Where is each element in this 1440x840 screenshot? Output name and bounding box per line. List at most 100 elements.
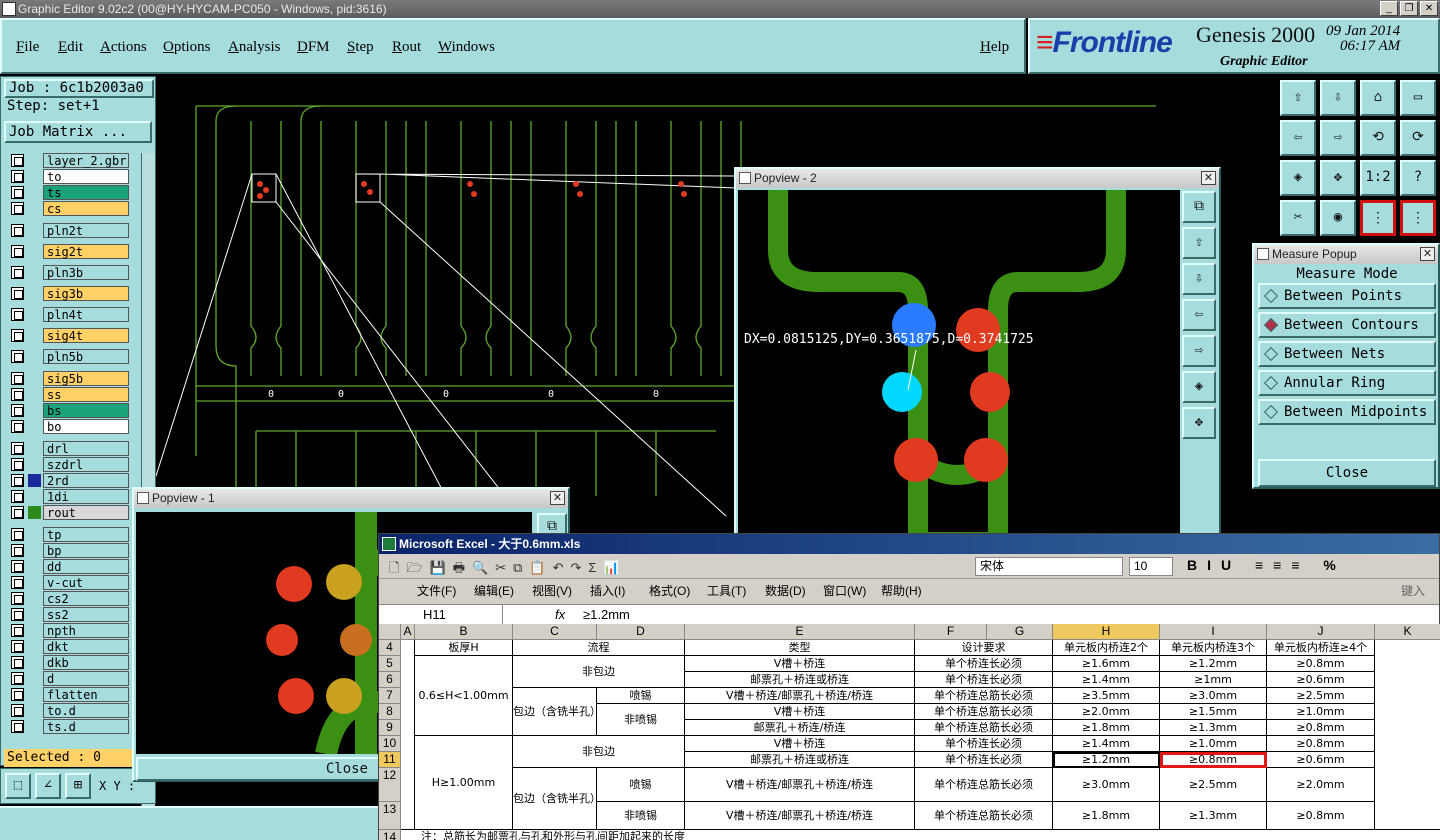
row-header[interactable]: 9: [379, 720, 401, 736]
layer-checkbox[interactable]: [11, 672, 24, 685]
menu-help[interactable]: Help: [980, 39, 1009, 56]
cell-h2[interactable]: ≥1.4mm: [1053, 672, 1160, 688]
layer-row[interactable]: ts: [7, 185, 129, 200]
layer-name[interactable]: flatten: [43, 687, 129, 702]
column-header[interactable]: I: [1160, 624, 1267, 640]
column-header[interactable]: B: [415, 624, 513, 640]
cell-type[interactable]: 邮票孔＋桥连或桥连: [685, 752, 915, 768]
cell-h2[interactable]: ≥1.4mm: [1053, 736, 1160, 752]
layer-checkbox[interactable]: [11, 308, 24, 321]
cell-type[interactable]: V槽＋桥连/邮票孔＋桥连/桥连: [685, 768, 915, 802]
layer-row[interactable]: cs: [7, 201, 129, 216]
header-type[interactable]: 类型: [685, 640, 915, 656]
column-header[interactable]: E: [685, 624, 915, 640]
layer-name[interactable]: pln2t: [43, 223, 129, 238]
layer-name[interactable]: to.d: [43, 703, 129, 718]
pv-left-icon[interactable]: ⇦: [1182, 299, 1216, 331]
menu-file[interactable]: File: [16, 39, 39, 56]
measure-mode-between-midpoints[interactable]: Between Midpoints: [1258, 399, 1436, 425]
layer-name[interactable]: szdrl: [43, 457, 129, 472]
tool-icon-9[interactable]: ◈: [1280, 160, 1316, 196]
flow-wrap-1[interactable]: 包边（含铣半孔）: [513, 688, 601, 736]
layer-checkbox[interactable]: [11, 490, 24, 503]
column-header[interactable]: H: [1053, 624, 1160, 640]
flow-wrap-2[interactable]: 包边（含铣半孔）: [513, 768, 601, 830]
xmenu-edit[interactable]: 编辑(E): [474, 580, 514, 602]
cell-h3[interactable]: ≥1.3mm: [1160, 802, 1267, 830]
layer-row[interactable]: d: [7, 671, 129, 686]
layer-checkbox[interactable]: [11, 640, 24, 653]
layer-checkbox[interactable]: [11, 350, 24, 363]
flow-nonwrap-2[interactable]: 非包边: [513, 736, 685, 768]
layer-row[interactable]: dkb: [7, 655, 129, 670]
measure-close-icon[interactable]: ✕: [1420, 247, 1435, 261]
cell-h2[interactable]: ≥3.5mm: [1053, 688, 1160, 704]
menu-dfm[interactable]: DFM: [297, 39, 330, 56]
layer-name[interactable]: d: [43, 671, 129, 686]
tool-icon-16[interactable]: ⋮: [1400, 200, 1436, 236]
xmenu-file[interactable]: 文件(F): [417, 580, 456, 602]
layer-checkbox[interactable]: [11, 329, 24, 342]
layer-name[interactable]: pln3b: [43, 265, 129, 280]
layer-row[interactable]: rout: [7, 505, 129, 520]
tool-icon-12[interactable]: ?: [1400, 160, 1436, 196]
xmenu-data[interactable]: 数据(D): [765, 580, 806, 602]
cell-type[interactable]: V槽＋桥连: [685, 704, 915, 720]
layer-row[interactable]: sig2t: [7, 244, 129, 259]
row-header[interactable]: 10: [379, 736, 401, 752]
layer-name[interactable]: dkt: [43, 639, 129, 654]
xmenu-view[interactable]: 视图(V): [532, 580, 572, 602]
layer-name[interactable]: dd: [43, 559, 129, 574]
row-header[interactable]: 14: [379, 830, 401, 840]
layer-row[interactable]: v-cut: [7, 575, 129, 590]
menu-analysis[interactable]: Analysis: [228, 39, 281, 56]
cell-h3[interactable]: ≥1.2mm: [1160, 656, 1267, 672]
cell-type[interactable]: V槽＋桥连/邮票孔＋桥连/桥连: [685, 688, 915, 704]
column-header[interactable]: D: [597, 624, 685, 640]
layer-row[interactable]: ss: [7, 387, 129, 402]
measure-close-button[interactable]: Close: [1258, 459, 1436, 487]
header-h3[interactable]: 单元板内桥连3个: [1160, 640, 1267, 656]
layer-row[interactable]: pln2t: [7, 223, 129, 238]
layer-checkbox[interactable]: [11, 560, 24, 573]
cell-requirement[interactable]: 单个桥连总筋长必须: [915, 720, 1053, 736]
layer-name[interactable]: rout: [43, 505, 129, 520]
xmenu-insert[interactable]: 插入(I): [590, 580, 625, 602]
layer-name[interactable]: dkb: [43, 655, 129, 670]
maximize-button[interactable]: ❐: [1400, 1, 1418, 16]
layer-row[interactable]: pln3b: [7, 265, 129, 280]
row-header[interactable]: 12: [379, 768, 401, 802]
layer-name[interactable]: bo: [43, 419, 129, 434]
layer-row[interactable]: szdrl: [7, 457, 129, 472]
name-box[interactable]: H11: [383, 605, 503, 624]
cell-h3[interactable]: ≥1.0mm: [1160, 736, 1267, 752]
layer-name[interactable]: cs: [43, 201, 129, 216]
layer-name[interactable]: 1di: [43, 489, 129, 504]
cell-h4[interactable]: ≥0.8mm: [1267, 802, 1375, 830]
minimize-button[interactable]: _: [1380, 1, 1398, 16]
layer-row[interactable]: pln5b: [7, 349, 129, 364]
pv-up-icon[interactable]: ⇧: [1182, 227, 1216, 259]
select-all-corner[interactable]: [379, 624, 401, 640]
header-h2[interactable]: 单元板内桥连2个: [1053, 640, 1160, 656]
layer-name[interactable]: ss: [43, 387, 129, 402]
tool-icon-11[interactable]: 1:2: [1360, 160, 1396, 196]
layer-row[interactable]: dd: [7, 559, 129, 574]
layer-name[interactable]: cs2: [43, 591, 129, 606]
tool-icon-15[interactable]: ⋮: [1360, 200, 1396, 236]
menu-step[interactable]: Step: [347, 39, 374, 56]
cell-type[interactable]: 邮票孔＋桥连或桥连: [685, 672, 915, 688]
column-header[interactable]: G: [987, 624, 1053, 640]
font-size-select[interactable]: 10: [1129, 557, 1173, 576]
xmenu-window[interactable]: 窗口(W): [823, 580, 866, 602]
layer-name[interactable]: bs: [43, 403, 129, 418]
layer-checkbox[interactable]: [11, 528, 24, 541]
close-button[interactable]: ✕: [1420, 1, 1438, 16]
cell-h4[interactable]: ≥0.6mm: [1267, 752, 1375, 768]
tool-icon-4[interactable]: ▭: [1400, 80, 1436, 116]
layer-row[interactable]: bo: [7, 419, 129, 434]
cell-requirement[interactable]: 单个桥连总筋长必须: [915, 768, 1053, 802]
row-header[interactable]: 7: [379, 688, 401, 704]
cell-h3[interactable]: ≥3.0mm: [1160, 688, 1267, 704]
font-select[interactable]: 宋体: [975, 557, 1123, 576]
